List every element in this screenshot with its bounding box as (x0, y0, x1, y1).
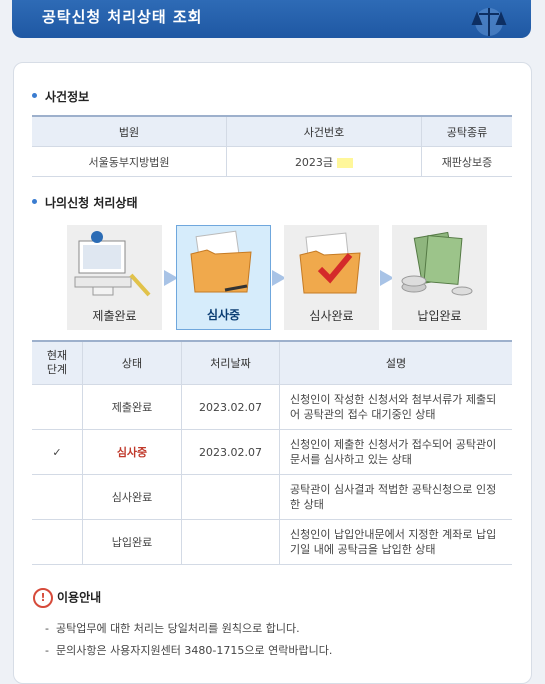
col-type: 공탁종류 (421, 115, 512, 147)
step-reviewing-label: 심사중 (206, 308, 241, 322)
table-row: ✓ 심사중 2023.02.07 신청인이 제출한 신청서가 접수되어 공탁관이… (32, 429, 512, 475)
table-row: 제출완료 2023.02.07 신청인이 작성한 신청서와 첨부서류가 제출되어… (32, 384, 512, 430)
list-item: - 공탁업무에 대한 처리는 당일처리를 원칙으로 합니다. (45, 622, 300, 635)
folder-icon (190, 230, 252, 293)
case-info-table: 법원 사건번호 공탁종류 서울동부지방법원 2023금 재판상보증 (32, 115, 512, 177)
current-check (32, 474, 83, 520)
money-icon (401, 231, 473, 296)
step-submitted-label: 제출완료 (92, 309, 137, 323)
case-no-value: 2023금 (294, 155, 334, 169)
col-desc: 설명 (279, 340, 512, 385)
exclamation-icon: ! (33, 588, 53, 608)
col-case-no: 사건번호 (226, 115, 422, 147)
type-value: 재판상보증 (421, 146, 512, 177)
row-date (181, 474, 280, 520)
table-row: 심사완료 공탁관이 심사결과 적법한 공탁신청으로 인정한 상태 (32, 474, 512, 520)
step-reviewed: 심사완료 (284, 225, 379, 330)
step-paid: 납입완료 (392, 225, 487, 330)
case-info-title: 사건정보 (32, 88, 89, 105)
current-check (32, 519, 83, 565)
col-date: 처리날짜 (181, 340, 280, 385)
folder-check-icon (299, 232, 361, 294)
page-title: 공탁신청 처리상태 조회 (42, 8, 203, 26)
col-current: 현재 단계 (32, 340, 83, 385)
table-row: 납입완료 신청인이 납입안내문에서 지정한 계좌로 납입기일 내에 공탁금을 납… (32, 519, 512, 565)
row-date: 2023.02.07 (181, 384, 280, 430)
step-reviewed-label: 심사완료 (309, 309, 354, 323)
current-check (32, 384, 83, 430)
scales-justice-icon (471, 8, 507, 36)
page-header: 공탁신청 처리상태 조회 (12, 0, 531, 38)
col-court: 법원 (32, 115, 227, 147)
computer-icon (74, 231, 151, 297)
row-status: 심사중 (82, 429, 182, 475)
step-submitted: 제출완료 (67, 225, 162, 330)
court-value: 서울동부지방법원 (32, 146, 227, 177)
col-status: 상태 (82, 340, 182, 385)
status-section-title: 나의신청 처리상태 (32, 194, 138, 211)
row-desc: 신청인이 작성한 신청서와 첨부서류가 제출되어 공탁관의 접수 대기중인 상태 (279, 384, 512, 430)
list-item: - 문의사항은 사용자지원센터 3480-1715으로 연락바랍니다. (45, 644, 333, 657)
usage-notes: - 공탁업무에 대한 처리는 당일처리를 원칙으로 합니다. - 문의사항은 사… (45, 620, 332, 664)
step-reviewing: 심사중 (176, 225, 271, 330)
current-check-icon: ✓ (32, 429, 83, 475)
row-desc: 공탁관이 심사결과 적법한 공탁신청으로 인정한 상태 (279, 474, 512, 520)
row-desc: 신청인이 납입안내문에서 지정한 계좌로 납입기일 내에 공탁금을 납입한 상태 (279, 519, 512, 565)
status-table: 현재 단계 상태 처리날짜 설명 제출완료 2023.02.07 신청인이 작성… (32, 340, 512, 565)
usage-guide-title: ! 이용안내 (33, 588, 101, 608)
row-status: 납입완료 (82, 519, 182, 565)
step-paid-label: 납입완료 (417, 309, 462, 323)
row-date (181, 519, 280, 565)
row-desc: 신청인이 제출한 신청서가 접수되어 공탁관이 문서를 심사하고 있는 상태 (279, 429, 512, 475)
row-status: 심사완료 (82, 474, 182, 520)
row-status: 제출완료 (82, 384, 182, 430)
progress-steps: 제출완료 심사중 심사완료 납입완료 (53, 225, 493, 330)
case-no-cell: 2023금 (226, 146, 422, 177)
row-date: 2023.02.07 (181, 429, 280, 475)
case-no-masked (337, 157, 354, 168)
